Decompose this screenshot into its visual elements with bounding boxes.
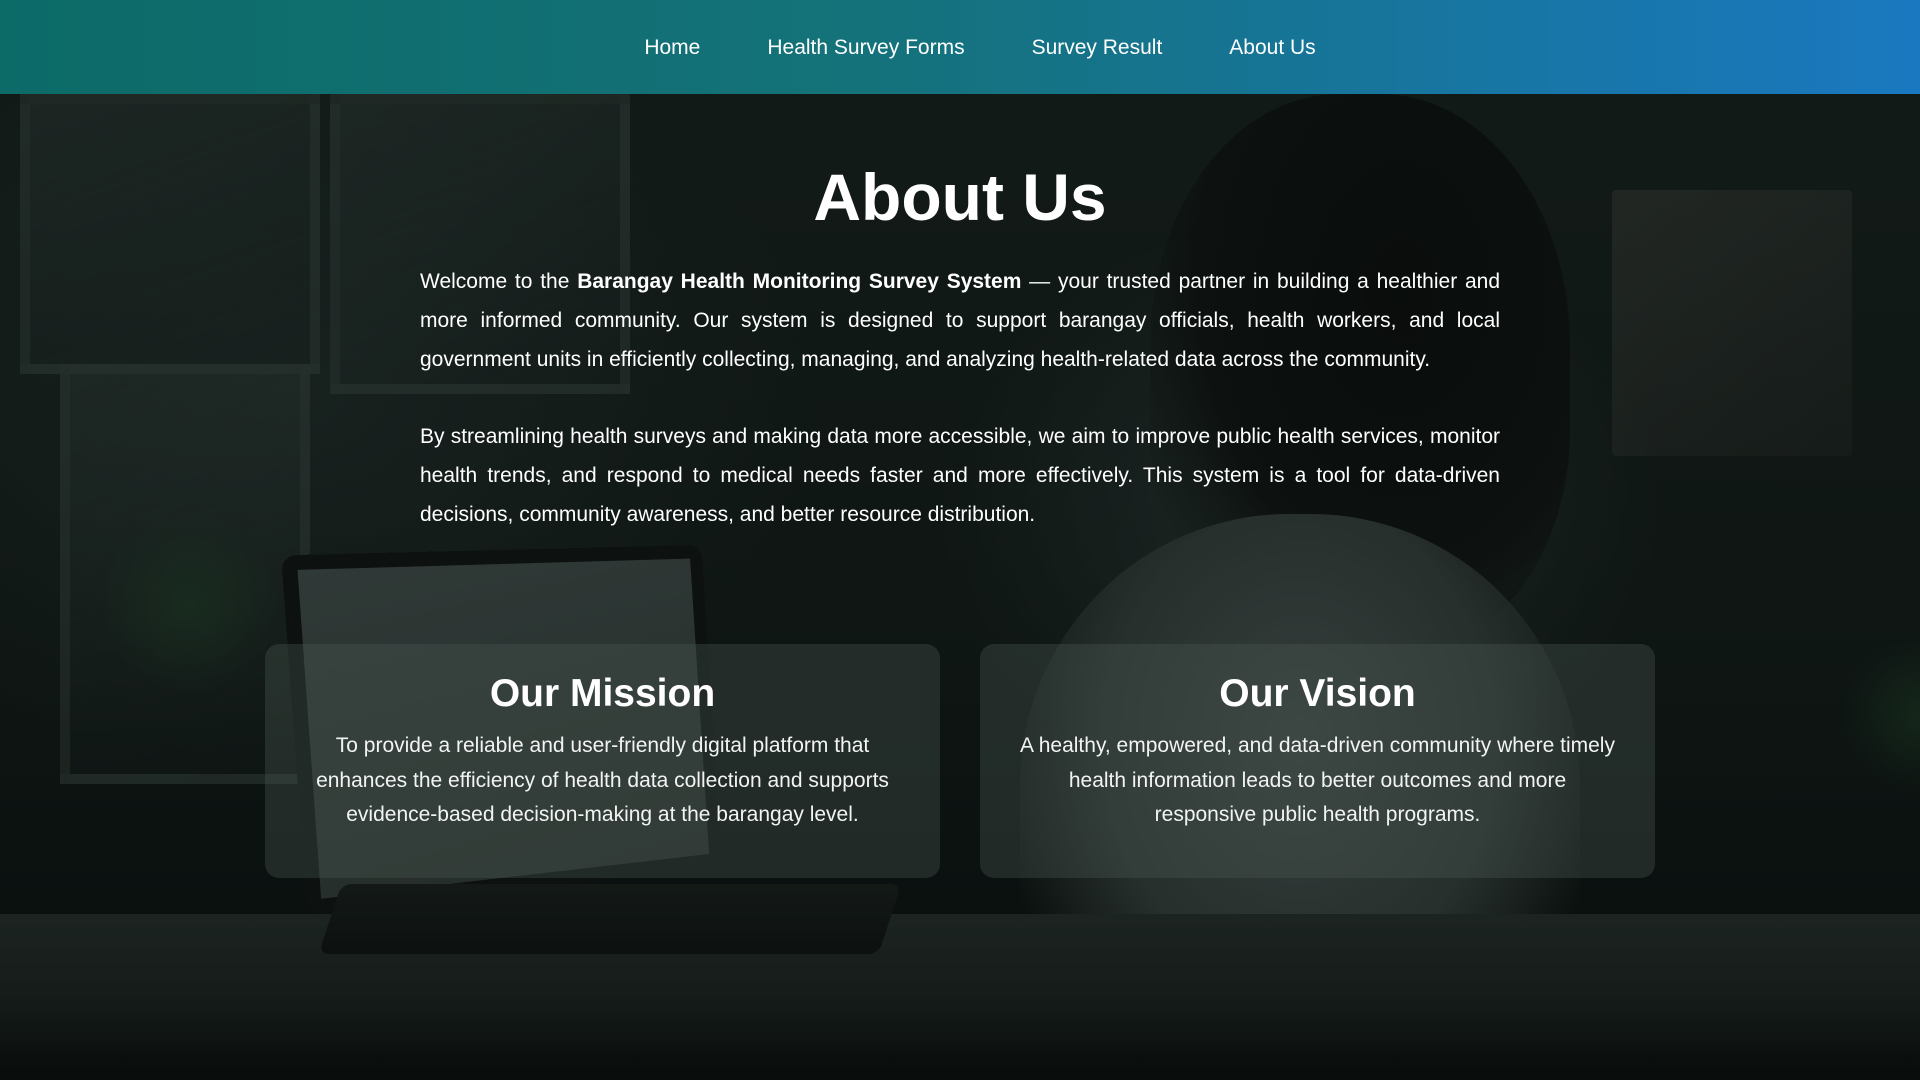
second-paragraph: By streamlining health surveys and makin… [420,425,1500,526]
top-navbar: Home Health Survey Forms Survey Result A… [0,0,1920,94]
vision-body: A healthy, empowered, and data-driven co… [1020,734,1615,826]
about-intro: Welcome to the Barangay Health Monitorin… [420,262,1500,572]
mission-vision-cards: Our Mission To provide a reliable and us… [265,644,1655,878]
page-title: About Us [813,160,1107,234]
vision-title: Our Vision [1219,672,1416,715]
nav-link-home[interactable]: Home [644,37,700,58]
about-section: About Us Welcome to the Barangay Health … [0,94,1920,1080]
vision-card: Our Vision A healthy, empowered, and dat… [980,644,1655,878]
intro-paragraph: Welcome to the Barangay Health Monitorin… [420,262,1500,379]
mission-title: Our Mission [489,672,716,715]
nav-link-survey-result[interactable]: Survey Result [1032,37,1163,58]
nav-link-health-survey-forms[interactable]: Health Survey Forms [767,37,964,58]
mission-body: To provide a reliable and user-friendly … [316,734,889,826]
mission-card: Our Mission To provide a reliable and us… [265,644,940,878]
nav-link-about-us[interactable]: About Us [1229,37,1315,58]
system-name: Barangay Health Monitoring Survey System [577,270,1022,293]
nav-links: Home Health Survey Forms Survey Result A… [644,37,1315,58]
intro-prefix: Welcome to the [420,270,578,293]
